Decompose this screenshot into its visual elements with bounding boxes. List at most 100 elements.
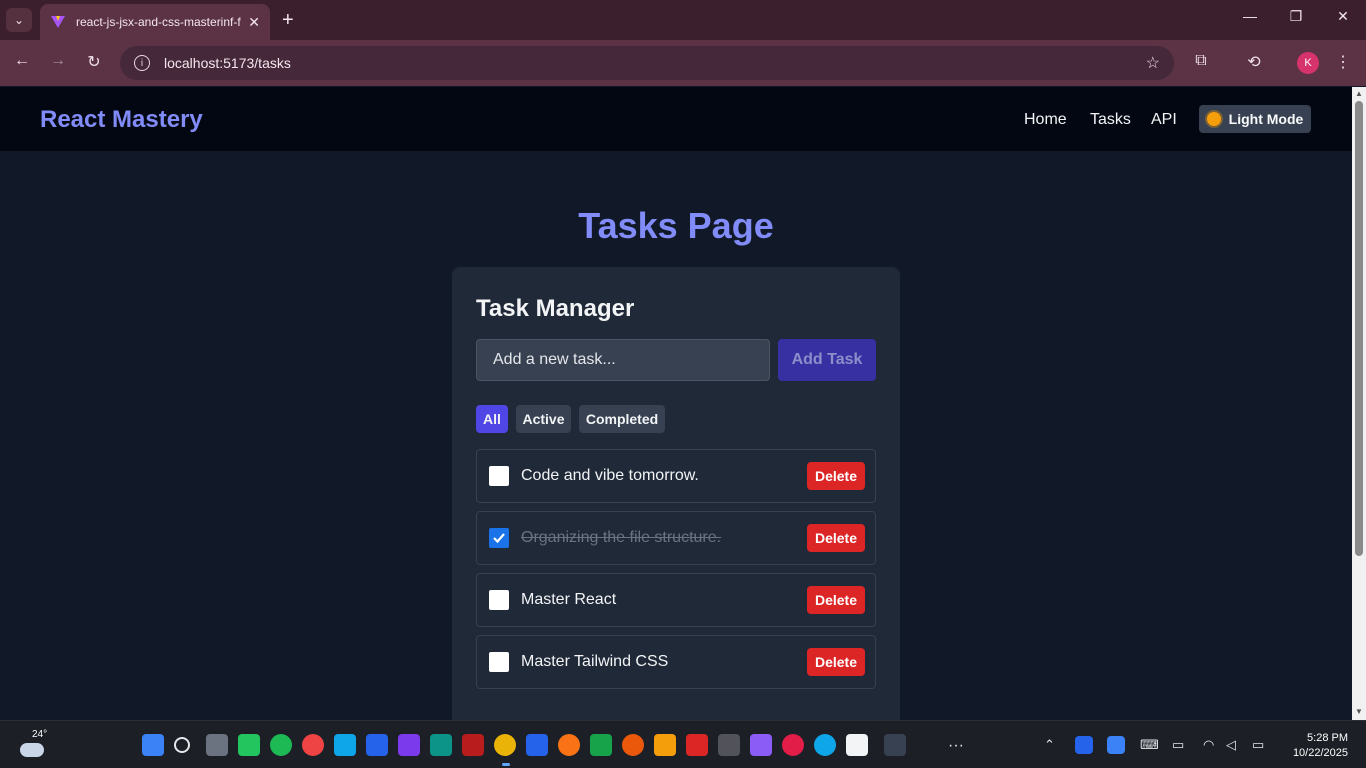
text-editor-icon[interactable] (846, 734, 868, 756)
add-task-button[interactable]: Add Task (778, 339, 876, 381)
delete-task-button[interactable]: Delete (807, 586, 865, 614)
copilot-app-icon[interactable] (238, 734, 260, 756)
firefox-icon[interactable] (558, 734, 580, 756)
url-text: localhost:5173/tasks (164, 55, 291, 71)
browser-tab-bar: ⌄ react-js-jsx-and-css-masterinf-f ✕ + —… (0, 0, 1366, 40)
excel-icon[interactable] (590, 734, 612, 756)
filter-active-button[interactable]: Active (516, 405, 571, 433)
new-task-input[interactable]: Add a new task... (476, 339, 770, 381)
task-text: Code and vibe tomorrow. (521, 467, 699, 484)
cloud-icon (20, 743, 44, 757)
defender-warning-icon[interactable] (1107, 736, 1125, 754)
task-checkbox[interactable] (489, 466, 509, 486)
task-text: Organizing the file structure. (521, 529, 722, 546)
new-tab-button[interactable]: + (282, 8, 294, 32)
tab-title: react-js-jsx-and-css-masterinf-f (76, 15, 241, 29)
tab-search-button[interactable]: ⌄ (6, 8, 32, 32)
browser-toolbar: ← → ↻ i localhost:5173/tasks ☆ ⧉ ⟲ ⋮ (0, 40, 1366, 86)
address-bar[interactable]: i localhost:5173/tasks ☆ (120, 46, 1174, 80)
menu-kebab-icon[interactable]: ⋮ (1332, 52, 1354, 72)
vscode-icon[interactable] (526, 734, 548, 756)
keyboard-icon[interactable]: ⌨ (1140, 737, 1159, 753)
word-icon[interactable] (366, 734, 388, 756)
more-apps-icon[interactable]: ··· (948, 737, 964, 755)
chrome-icon[interactable] (494, 734, 516, 756)
os-taskbar: 24° ··· ⌃ ⌨ ▭ ◠ ◁ ▭ 5:28 PM 10/22/2025 (0, 720, 1366, 768)
search-icon[interactable] (174, 737, 190, 753)
scrollbar-thumb[interactable] (1355, 101, 1363, 556)
page-viewport: React Mastery Home Tasks API Light Mode … (0, 87, 1352, 720)
browser-tab-active[interactable]: react-js-jsx-and-css-masterinf-f ✕ (40, 4, 270, 40)
extensions-icon[interactable]: ⧉ (1190, 52, 1212, 70)
copilot-icon[interactable] (750, 734, 772, 756)
restore-icon[interactable]: ❐ (1286, 8, 1306, 25)
scroll-down-arrow-icon[interactable]: ▼ (1355, 707, 1363, 716)
edge-icon[interactable] (814, 734, 836, 756)
vite-favicon-icon (51, 16, 65, 28)
battery-icon[interactable]: ▭ (1252, 737, 1264, 753)
volume-icon[interactable]: ◁ (1226, 737, 1236, 753)
page-scrollbar[interactable]: ▲ ▼ (1352, 87, 1366, 720)
card-title: Task Manager (476, 295, 635, 322)
outlook-icon[interactable] (334, 734, 356, 756)
close-window-icon[interactable]: ✕ (1333, 8, 1353, 25)
minimize-icon[interactable]: — (1240, 8, 1260, 24)
access-icon[interactable] (462, 734, 484, 756)
task-checkbox[interactable] (489, 590, 509, 610)
task-manager-card: Task Manager Add a new task... Add Task … (452, 267, 900, 720)
windows-start-icon[interactable] (142, 734, 164, 756)
widget-app-icon[interactable] (1075, 736, 1093, 754)
task-item: Code and vibe tomorrow. Delete (476, 449, 876, 503)
theme-toggle-label: Light Mode (1228, 111, 1304, 127)
onenote-icon[interactable] (398, 734, 420, 756)
forward-arrow-icon[interactable]: → (46, 52, 70, 70)
maps-pin-icon[interactable] (302, 734, 324, 756)
chrome-active-indicator (502, 763, 510, 766)
filter-completed-button[interactable]: Completed (579, 405, 665, 433)
clock-time: 5:28 PM (1307, 732, 1348, 744)
scroll-up-arrow-icon[interactable]: ▲ (1355, 89, 1363, 98)
task-item: Master React Delete (476, 573, 876, 627)
system-clock[interactable]: 5:28 PM 10/22/2025 (1284, 731, 1348, 761)
delete-task-button[interactable]: Delete (807, 648, 865, 676)
delete-task-button[interactable]: Delete (807, 524, 865, 552)
security-app-icon[interactable] (718, 734, 740, 756)
file-explorer-icon[interactable] (654, 734, 676, 756)
display-icon[interactable]: ▭ (1172, 737, 1184, 753)
youtube-icon[interactable] (686, 734, 708, 756)
show-hidden-icons-icon[interactable]: ⌃ (1044, 737, 1055, 753)
task-text: Master Tailwind CSS (521, 653, 669, 670)
task-checkbox-checked[interactable] (489, 528, 509, 548)
task-checkbox[interactable] (489, 652, 509, 672)
back-arrow-icon[interactable]: ← (10, 52, 34, 70)
close-tab-icon[interactable]: ✕ (248, 14, 260, 31)
nav-link-home[interactable]: Home (1024, 111, 1067, 129)
reload-icon[interactable]: ↻ (82, 52, 106, 72)
page-title: Tasks Page (578, 205, 774, 246)
site-info-icon[interactable]: i (134, 55, 150, 71)
checkmark-icon (493, 533, 505, 544)
publisher-icon[interactable] (430, 734, 452, 756)
sun-icon (1206, 112, 1221, 126)
delete-task-button[interactable]: Delete (807, 462, 865, 490)
spotify-icon[interactable] (270, 734, 292, 756)
terminal-icon[interactable] (884, 734, 906, 756)
pinterest-icon[interactable] (782, 734, 804, 756)
history-icon[interactable]: ⟲ (1243, 52, 1265, 72)
bookmark-star-icon[interactable]: ☆ (1146, 53, 1160, 73)
weather-widget[interactable]: 24° (18, 727, 48, 763)
brand-logo[interactable]: React Mastery (40, 106, 203, 134)
profile-avatar[interactable]: K (1297, 52, 1319, 74)
task-text: Master React (521, 591, 617, 608)
wifi-icon[interactable]: ◠ (1203, 737, 1214, 753)
weather-temperature: 24° (32, 729, 48, 740)
filter-all-button[interactable]: All (476, 405, 508, 433)
task-item: Master Tailwind CSS Delete (476, 635, 876, 689)
task-view-icon[interactable] (206, 734, 228, 756)
chevron-down-icon: ⌄ (13, 13, 25, 27)
powerpoint-icon[interactable] (622, 734, 644, 756)
nav-link-tasks[interactable]: Tasks (1090, 111, 1131, 129)
nav-link-api[interactable]: API (1151, 111, 1177, 129)
task-item: Organizing the file structure. Delete (476, 511, 876, 565)
theme-toggle-button[interactable]: Light Mode (1199, 105, 1311, 133)
